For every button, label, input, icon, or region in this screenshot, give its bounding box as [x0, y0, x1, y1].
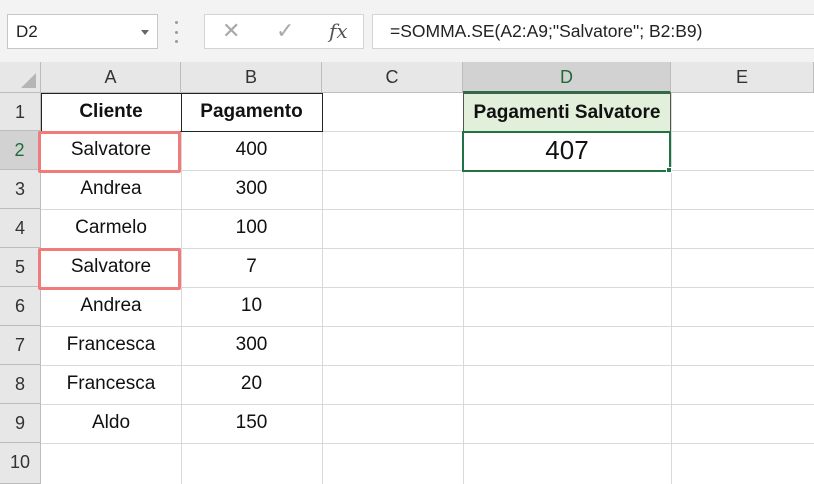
- name-box[interactable]: D2: [7, 14, 158, 49]
- cell-a9[interactable]: Aldo: [41, 404, 181, 443]
- cell-a8[interactable]: Francesca: [41, 365, 181, 404]
- select-all-button[interactable]: [0, 62, 41, 93]
- chevron-down-icon[interactable]: [141, 30, 149, 35]
- cell-a1[interactable]: Cliente: [41, 93, 181, 131]
- drag-handle-icon[interactable]: [175, 21, 181, 43]
- row-header-2[interactable]: 2: [0, 131, 41, 170]
- cell-a3[interactable]: Andrea: [41, 170, 181, 209]
- column-header-a[interactable]: A: [41, 62, 181, 93]
- highlight-box-salvatore-1: [38, 131, 181, 173]
- cell-a6[interactable]: Andrea: [41, 287, 181, 326]
- cell-a4[interactable]: Carmelo: [41, 209, 181, 248]
- column-header-e[interactable]: E: [671, 62, 814, 93]
- row-header-10[interactable]: 10: [0, 443, 41, 484]
- cell-b9[interactable]: 150: [181, 404, 322, 443]
- column-header-c[interactable]: C: [322, 62, 463, 93]
- cell-d1[interactable]: Pagamenti Salvatore: [463, 93, 671, 132]
- row-header-7[interactable]: 7: [0, 326, 41, 365]
- cell-b3[interactable]: 300: [181, 170, 322, 209]
- spreadsheet-grid: A B C D E 1 2 3 4 5 6 7 8 9 10 Cliente P…: [0, 62, 814, 484]
- column-header-d[interactable]: D: [463, 62, 671, 93]
- row-header-8[interactable]: 8: [0, 365, 41, 404]
- highlight-box-salvatore-2: [38, 248, 181, 290]
- cell-b7[interactable]: 300: [181, 326, 322, 365]
- cell-b2[interactable]: 400: [181, 131, 322, 170]
- formula-bar-area: D2 ✕ ✓ fx =SOMMA.SE(A2:A9;"Salvatore"; B…: [0, 0, 814, 62]
- gridline: [671, 93, 672, 484]
- row-header-9[interactable]: 9: [0, 404, 41, 443]
- name-box-value: D2: [16, 22, 38, 41]
- column-header-b[interactable]: B: [181, 62, 322, 93]
- cancel-icon[interactable]: ✕: [222, 18, 240, 44]
- row-header-5[interactable]: 5: [0, 248, 41, 287]
- cell-b5[interactable]: 7: [181, 248, 322, 287]
- cell-b4[interactable]: 100: [181, 209, 322, 248]
- select-all-icon: [21, 73, 36, 88]
- formula-buttons: ✕ ✓ fx: [204, 14, 364, 49]
- row-header-3[interactable]: 3: [0, 170, 41, 209]
- gridline: [322, 93, 323, 484]
- active-cell-border: [462, 131, 671, 172]
- row-header-6[interactable]: 6: [0, 287, 41, 326]
- fill-handle[interactable]: [666, 167, 672, 173]
- row-header-1[interactable]: 1: [0, 93, 41, 131]
- cell-b6[interactable]: 10: [181, 287, 322, 326]
- cell-b1[interactable]: Pagamento: [181, 93, 322, 131]
- row-header-4[interactable]: 4: [0, 209, 41, 248]
- check-icon[interactable]: ✓: [276, 18, 294, 44]
- formula-input[interactable]: =SOMMA.SE(A2:A9;"Salvatore"; B2:B9): [372, 14, 814, 49]
- cell-b8[interactable]: 20: [181, 365, 322, 404]
- gridline: [41, 443, 814, 444]
- insert-function-icon[interactable]: fx: [329, 19, 348, 43]
- cell-a7[interactable]: Francesca: [41, 326, 181, 365]
